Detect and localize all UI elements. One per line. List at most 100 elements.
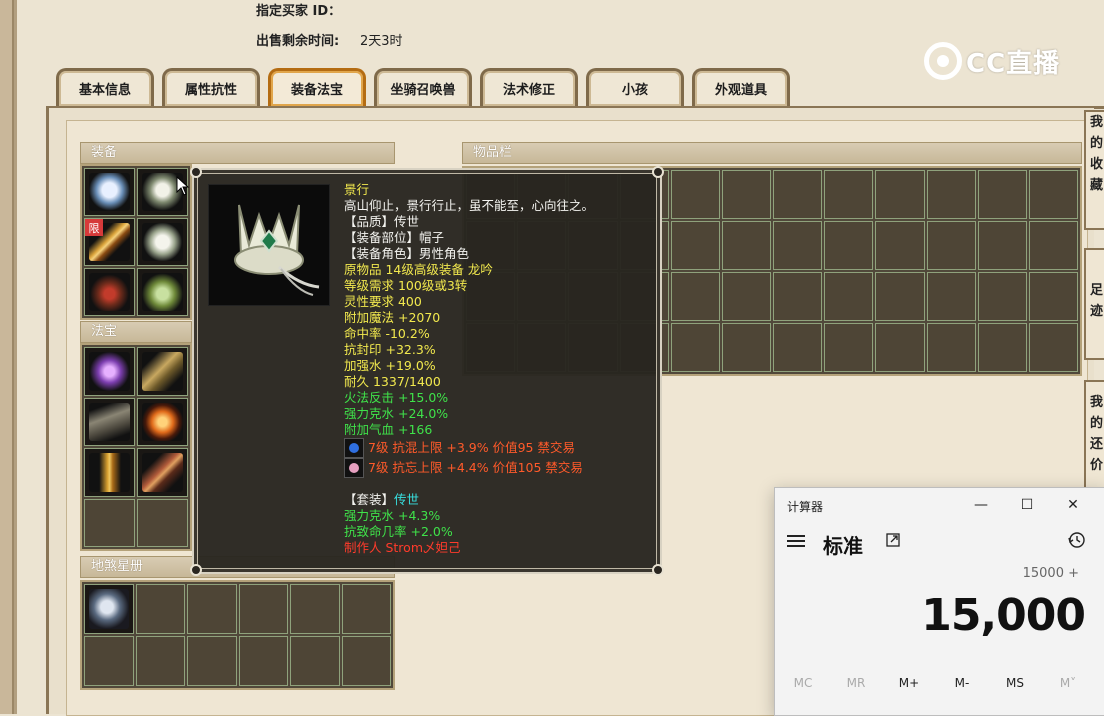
tab-equipment[interactable]: 装备法宝 — [268, 68, 366, 106]
close-icon[interactable]: ✕ — [1053, 492, 1093, 518]
memory-recall-button[interactable]: MR — [836, 676, 876, 690]
inventory-slot-empty[interactable] — [721, 221, 771, 270]
inventory-slot-empty[interactable] — [977, 170, 1027, 219]
inventory-slot-empty[interactable] — [875, 170, 925, 219]
inventory-slot-empty[interactable] — [773, 323, 823, 372]
treasure-slot-empty[interactable] — [137, 498, 188, 547]
star-book-slot-empty[interactable] — [135, 636, 185, 686]
treasure-slot[interactable] — [84, 397, 135, 446]
star-book-slot-empty[interactable] — [290, 636, 340, 686]
inventory-slot-empty[interactable] — [1028, 272, 1078, 321]
tab-mounts[interactable]: 坐骑召唤兽 — [374, 68, 472, 106]
gem-text: 7级 抗混上限 +3.9% 价值95 禁交易 — [368, 440, 575, 455]
item-stat: 抗封印 +32.3% — [344, 342, 436, 357]
memory-store-button[interactable]: MS — [995, 676, 1035, 690]
inventory-slot-empty[interactable] — [721, 170, 771, 219]
treasure-slot[interactable] — [84, 448, 135, 497]
inventory-slot-empty[interactable] — [824, 221, 874, 270]
inventory-slot-empty[interactable] — [875, 323, 925, 372]
star-book-slot-empty[interactable] — [290, 584, 340, 634]
inventory-slot-empty[interactable] — [875, 272, 925, 321]
tab-basic-info[interactable]: 基本信息 — [56, 68, 154, 106]
inventory-slot-empty[interactable] — [1028, 323, 1078, 372]
inventory-slot-empty[interactable] — [670, 221, 720, 270]
history-icon[interactable] — [1067, 530, 1087, 550]
strip-char: 我 — [1090, 115, 1104, 130]
star-book-slot-empty[interactable] — [84, 636, 134, 686]
inventory-slot-empty[interactable] — [875, 221, 925, 270]
inventory-slot-empty[interactable] — [977, 221, 1027, 270]
maximize-icon[interactable]: ☐ — [1007, 492, 1047, 518]
inventory-slot-empty[interactable] — [1028, 170, 1078, 219]
inventory-slot-empty[interactable] — [926, 221, 976, 270]
star-book-grid — [80, 580, 395, 690]
menu-icon[interactable] — [787, 532, 805, 550]
set-line: 【套装】传世 — [344, 492, 654, 508]
tab-attributes[interactable]: 属性抗性 — [162, 68, 260, 106]
star-book-slot-empty[interactable] — [238, 584, 288, 634]
item-description: 高山仰止，景行行止，虽不能至，心向往之。 — [344, 198, 595, 213]
treasure-slot[interactable] — [137, 347, 188, 396]
tab-spell-correction[interactable]: 法术修正 — [480, 68, 578, 106]
inventory-slot-empty[interactable] — [926, 272, 976, 321]
tab-label: 法术修正 — [502, 83, 555, 98]
inventory-slot-empty[interactable] — [824, 323, 874, 372]
inventory-slot-empty[interactable] — [1028, 221, 1078, 270]
treasure-slot[interactable] — [84, 347, 135, 396]
memory-subtract-button[interactable]: M- — [942, 676, 982, 690]
cc-live-watermark: CC直播 — [924, 38, 1074, 84]
strip-char: 收 — [1090, 157, 1104, 172]
inventory-slot-empty[interactable] — [773, 221, 823, 270]
inventory-slot-empty[interactable] — [773, 272, 823, 321]
inventory-slot-empty[interactable] — [926, 323, 976, 372]
mouse-cursor-icon — [176, 176, 190, 196]
gem-text: 7级 抗忘上限 +4.4% 价值105 禁交易 — [368, 460, 583, 475]
inventory-slot-empty[interactable] — [670, 272, 720, 321]
star-book-slot-empty[interactable] — [187, 636, 237, 686]
star-book-slot-empty[interactable] — [341, 636, 391, 686]
inventory-slot-empty[interactable] — [670, 323, 720, 372]
equipment-slot-armor[interactable] — [84, 168, 135, 216]
my-offers-button[interactable]: 我 的 还 价 — [1084, 380, 1104, 490]
treasure-slot-empty[interactable] — [84, 498, 135, 547]
memory-list-button[interactable]: M˅ — [1048, 676, 1088, 690]
item-level-req: 等级需求 100级或3转 — [344, 278, 468, 293]
footprints-button[interactable]: 足 迹 — [1084, 248, 1104, 360]
tab-appearance[interactable]: 外观道具 — [692, 68, 790, 106]
calculator-mode: 标准 — [823, 534, 863, 558]
treasure-slot[interactable] — [137, 397, 188, 446]
inventory-slot-empty[interactable] — [721, 323, 771, 372]
equipment-slot-weapon[interactable]: 限 — [84, 218, 135, 266]
item-name: 景行 — [344, 182, 370, 197]
inventory-slot-empty[interactable] — [824, 272, 874, 321]
minimize-icon[interactable]: — — [961, 492, 1001, 518]
tab-child[interactable]: 小孩 — [586, 68, 684, 106]
star-book-slot[interactable] — [84, 584, 134, 634]
star-book-slot-empty[interactable] — [135, 584, 185, 634]
inventory-slot-empty[interactable] — [926, 170, 976, 219]
memory-clear-button[interactable]: MC — [783, 676, 823, 690]
star-book-slot-empty[interactable] — [341, 584, 391, 634]
equipment-slot-boots[interactable] — [137, 268, 188, 316]
inventory-slot-empty[interactable] — [977, 323, 1027, 372]
my-favorites-button[interactable]: 我 的 收 藏 — [1084, 110, 1104, 230]
inventory-slot-empty[interactable] — [824, 170, 874, 219]
inventory-slot-empty[interactable] — [977, 272, 1027, 321]
tooltip-text: 景行 高山仰止，景行行止，虽不能至，心向往之。 【品质】传世 【装备部位】帽子 … — [344, 182, 654, 556]
treasure-slot[interactable] — [137, 448, 188, 497]
memory-add-button[interactable]: M+ — [889, 676, 929, 690]
item-bonus-stat: 火法反击 +15.0% — [344, 390, 449, 405]
star-book-slot-empty[interactable] — [187, 584, 237, 634]
inventory-slot-empty[interactable] — [721, 272, 771, 321]
buyer-id-label: 指定买家 ID： — [256, 4, 342, 19]
cc-logo-icon — [924, 42, 962, 80]
strip-char: 还 — [1090, 437, 1104, 452]
inventory-slot-empty[interactable] — [773, 170, 823, 219]
equipment-slot-robe[interactable] — [137, 218, 188, 266]
keep-on-top-icon[interactable] — [885, 532, 901, 548]
star-book-slot-empty[interactable] — [238, 636, 288, 686]
inventory-slot-empty[interactable] — [670, 170, 720, 219]
equipment-slot-accessory[interactable] — [84, 268, 135, 316]
boots-item-icon — [142, 273, 183, 311]
